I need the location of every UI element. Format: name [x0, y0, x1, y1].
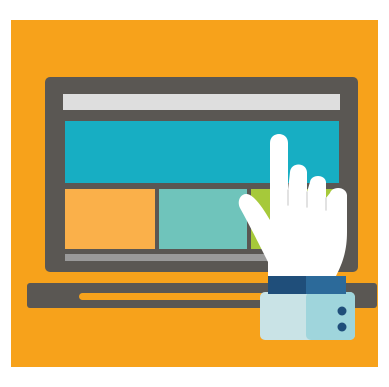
- sleeve-button-bottom: [337, 322, 347, 332]
- screen-tile-teal: [159, 189, 247, 249]
- illustration-scene: [0, 0, 389, 387]
- screen-tile-orange: [65, 189, 155, 249]
- laptop-touch-illustration: [11, 20, 378, 367]
- sleeve-accent: [306, 292, 355, 340]
- sleeve-cuff-light: [306, 276, 346, 294]
- screen-address-bar: [63, 94, 340, 110]
- sleeve-button-top: [337, 306, 347, 316]
